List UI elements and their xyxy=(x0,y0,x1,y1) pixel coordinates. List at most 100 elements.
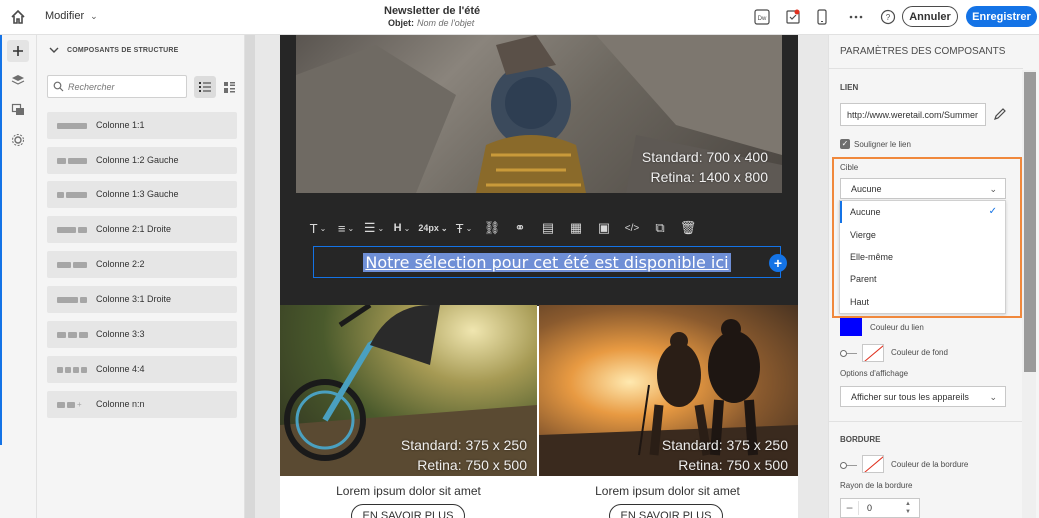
component-column-1-3-left[interactable]: Colonne 1:3 Gauche xyxy=(47,181,237,208)
subject-line[interactable]: Objet: Nom de l'objet xyxy=(388,18,474,28)
rail-assets-button[interactable] xyxy=(7,99,29,121)
save-button[interactable]: Enregistrer xyxy=(966,6,1037,27)
component-label: Colonne 3:3 xyxy=(96,329,145,339)
component-column-3-1-right[interactable]: Colonne 3:1 Droite xyxy=(47,286,237,313)
target-highlight-frame xyxy=(832,157,1022,318)
delete-button[interactable]: 🗑 xyxy=(674,215,702,241)
link-button[interactable]: ⛓ xyxy=(478,215,506,241)
components-panel: COMPOSANTS DE STRUCTURE Colonne 1:1 Colo… xyxy=(37,35,245,518)
insert-image-button[interactable]: ▣ xyxy=(590,215,618,241)
duplicate-button[interactable]: ⧉ xyxy=(646,215,674,241)
text-color-button[interactable]: Ŧ ⌄ xyxy=(450,215,478,241)
mode-menu[interactable]: Modifier ⌄ xyxy=(45,10,98,22)
link-color-label: Couleur du lien xyxy=(870,323,924,332)
component-column-2-1-right[interactable]: Colonne 2:1 Droite xyxy=(47,216,237,243)
dreamweaver-icon[interactable]: Dw xyxy=(753,8,771,26)
bg-color-label: Couleur de fond xyxy=(891,348,948,357)
chevron-down-icon: ⌄ xyxy=(403,223,411,233)
component-column-n-n[interactable]: + Colonne n:n xyxy=(47,391,237,418)
rail-add-button[interactable] xyxy=(7,40,29,62)
stepper-arrows-icon[interactable]: ▲ ▼ xyxy=(899,500,917,516)
link-color-swatch[interactable] xyxy=(840,318,862,336)
component-label: Colonne 3:1 Droite xyxy=(96,294,172,304)
heading-button[interactable]: H ⌄ xyxy=(388,215,416,241)
chevron-down-icon: ⌄ xyxy=(347,223,355,233)
mode-label: Modifier xyxy=(45,10,85,22)
pencil-icon[interactable] xyxy=(993,107,1007,121)
list-view-button[interactable] xyxy=(194,76,216,98)
right-learn-more-button[interactable]: EN SAVOIR PLUS xyxy=(609,504,723,518)
component-column-1-1[interactable]: Colonne 1:1 xyxy=(47,112,237,139)
insert-block-button[interactable]: ▤ xyxy=(534,215,562,241)
border-color-toggle[interactable] xyxy=(840,462,858,469)
image-icon: ▣ xyxy=(597,220,611,235)
right-column-text[interactable]: Lorem ipsum dolor sit amet xyxy=(539,484,796,498)
left-rail xyxy=(0,35,37,518)
subject-label: Objet: xyxy=(388,18,414,28)
preview-icon[interactable] xyxy=(784,8,802,26)
insert-component-button[interactable]: ▦ xyxy=(562,215,590,241)
column-glyph-icon xyxy=(57,332,88,338)
duplicate-icon: ⧉ xyxy=(655,220,665,235)
search-input[interactable] xyxy=(68,81,178,92)
font-size-button[interactable]: 24px ⌄ xyxy=(416,215,450,241)
component-column-3-3[interactable]: Colonne 3:3 xyxy=(47,321,237,348)
text-style-button[interactable]: T ⌄ xyxy=(304,215,332,241)
component-column-2-2[interactable]: Colonne 2:2 xyxy=(47,251,237,278)
rail-layers-button[interactable] xyxy=(7,69,29,91)
hike-caption: Standard: 375 x 250 Retina: 750 x 500 xyxy=(662,435,788,475)
assets-icon xyxy=(11,103,24,115)
hero-image[interactable]: Standard: 700 x 400 Retina: 1400 x 800 xyxy=(296,35,782,193)
chevron-down-icon: ⌄ xyxy=(989,392,997,402)
html-button[interactable]: </> xyxy=(618,215,646,241)
chevron-down-icon xyxy=(49,47,59,53)
underline-checkbox[interactable]: ✓ xyxy=(840,139,850,149)
more-icon[interactable] xyxy=(847,8,865,26)
help-icon[interactable]: ? xyxy=(879,8,897,26)
move-handle-icon[interactable]: + xyxy=(769,254,787,272)
font-size-value: 24px xyxy=(418,223,439,233)
border-radius-value[interactable]: 0 xyxy=(859,503,899,513)
left-column-text[interactable]: Lorem ipsum dolor sit amet xyxy=(280,484,537,498)
border-color-swatch[interactable] xyxy=(862,455,884,473)
bg-color-toggle[interactable] xyxy=(840,350,858,357)
bike-caption-retina: Retina: 750 x 500 xyxy=(417,457,527,473)
list-button[interactable]: ☰ ⌄ xyxy=(360,215,388,241)
component-label: Colonne n:n xyxy=(96,399,145,409)
components-section-header[interactable]: COMPOSANTS DE STRUCTURE xyxy=(49,46,179,54)
bike-image[interactable]: Standard: 375 x 250 Retina: 750 x 500 xyxy=(280,305,537,476)
minus-icon[interactable]: − xyxy=(841,501,859,515)
selected-text-block[interactable]: Notre sélection pour cet été est disponi… xyxy=(313,246,781,278)
column-glyph-icon: + xyxy=(57,401,85,409)
document-title: Newsletter de l'été xyxy=(384,5,481,17)
align-button[interactable]: ≡ ⌄ xyxy=(332,215,360,241)
mobile-icon[interactable] xyxy=(813,8,831,26)
headline-link-text[interactable]: Notre sélection pour cet été est disponi… xyxy=(363,252,731,272)
rail-accent-bar xyxy=(0,35,2,445)
search-icon xyxy=(53,81,64,92)
component-column-1-2-left[interactable]: Colonne 1:2 Gauche xyxy=(47,147,237,174)
component-column-4-4[interactable]: Colonne 4:4 xyxy=(47,356,237,383)
canvas-scrollbar[interactable] xyxy=(245,35,255,518)
search-field[interactable] xyxy=(47,75,187,98)
cancel-button[interactable]: Annuler xyxy=(902,6,958,27)
home-icon[interactable] xyxy=(10,9,26,25)
border-radius-stepper[interactable]: − 0 ▲ ▼ xyxy=(840,498,920,518)
rail-personalize-button[interactable] xyxy=(7,129,29,151)
hero-caption-standard: Standard: 700 x 400 xyxy=(641,149,768,165)
unlink-button[interactable]: ⚭ xyxy=(506,215,534,241)
scrollbar-thumb[interactable] xyxy=(1024,72,1036,372)
grid-view-button[interactable] xyxy=(218,76,240,98)
column-glyph-icon xyxy=(57,297,87,303)
hero-caption: Standard: 700 x 400 Retina: 1400 x 800 xyxy=(642,147,768,187)
settings-scrollbar[interactable] xyxy=(1022,70,1036,518)
display-selected-value: Afficher sur tous les appareils xyxy=(851,391,969,402)
link-url-input[interactable] xyxy=(840,103,986,126)
border-color-label: Couleur de la bordure xyxy=(891,460,969,469)
left-learn-more-button[interactable]: EN SAVOIR PLUS xyxy=(351,504,465,518)
settings-title: PARAMÈTRES DES COMPOSANTS xyxy=(840,46,1006,57)
display-options-select[interactable]: Afficher sur tous les appareils ⌄ xyxy=(840,386,1006,407)
component-label: Colonne 2:2 xyxy=(96,259,145,269)
bg-color-swatch[interactable] xyxy=(862,344,884,362)
hike-image[interactable]: Standard: 375 x 250 Retina: 750 x 500 xyxy=(539,305,798,476)
